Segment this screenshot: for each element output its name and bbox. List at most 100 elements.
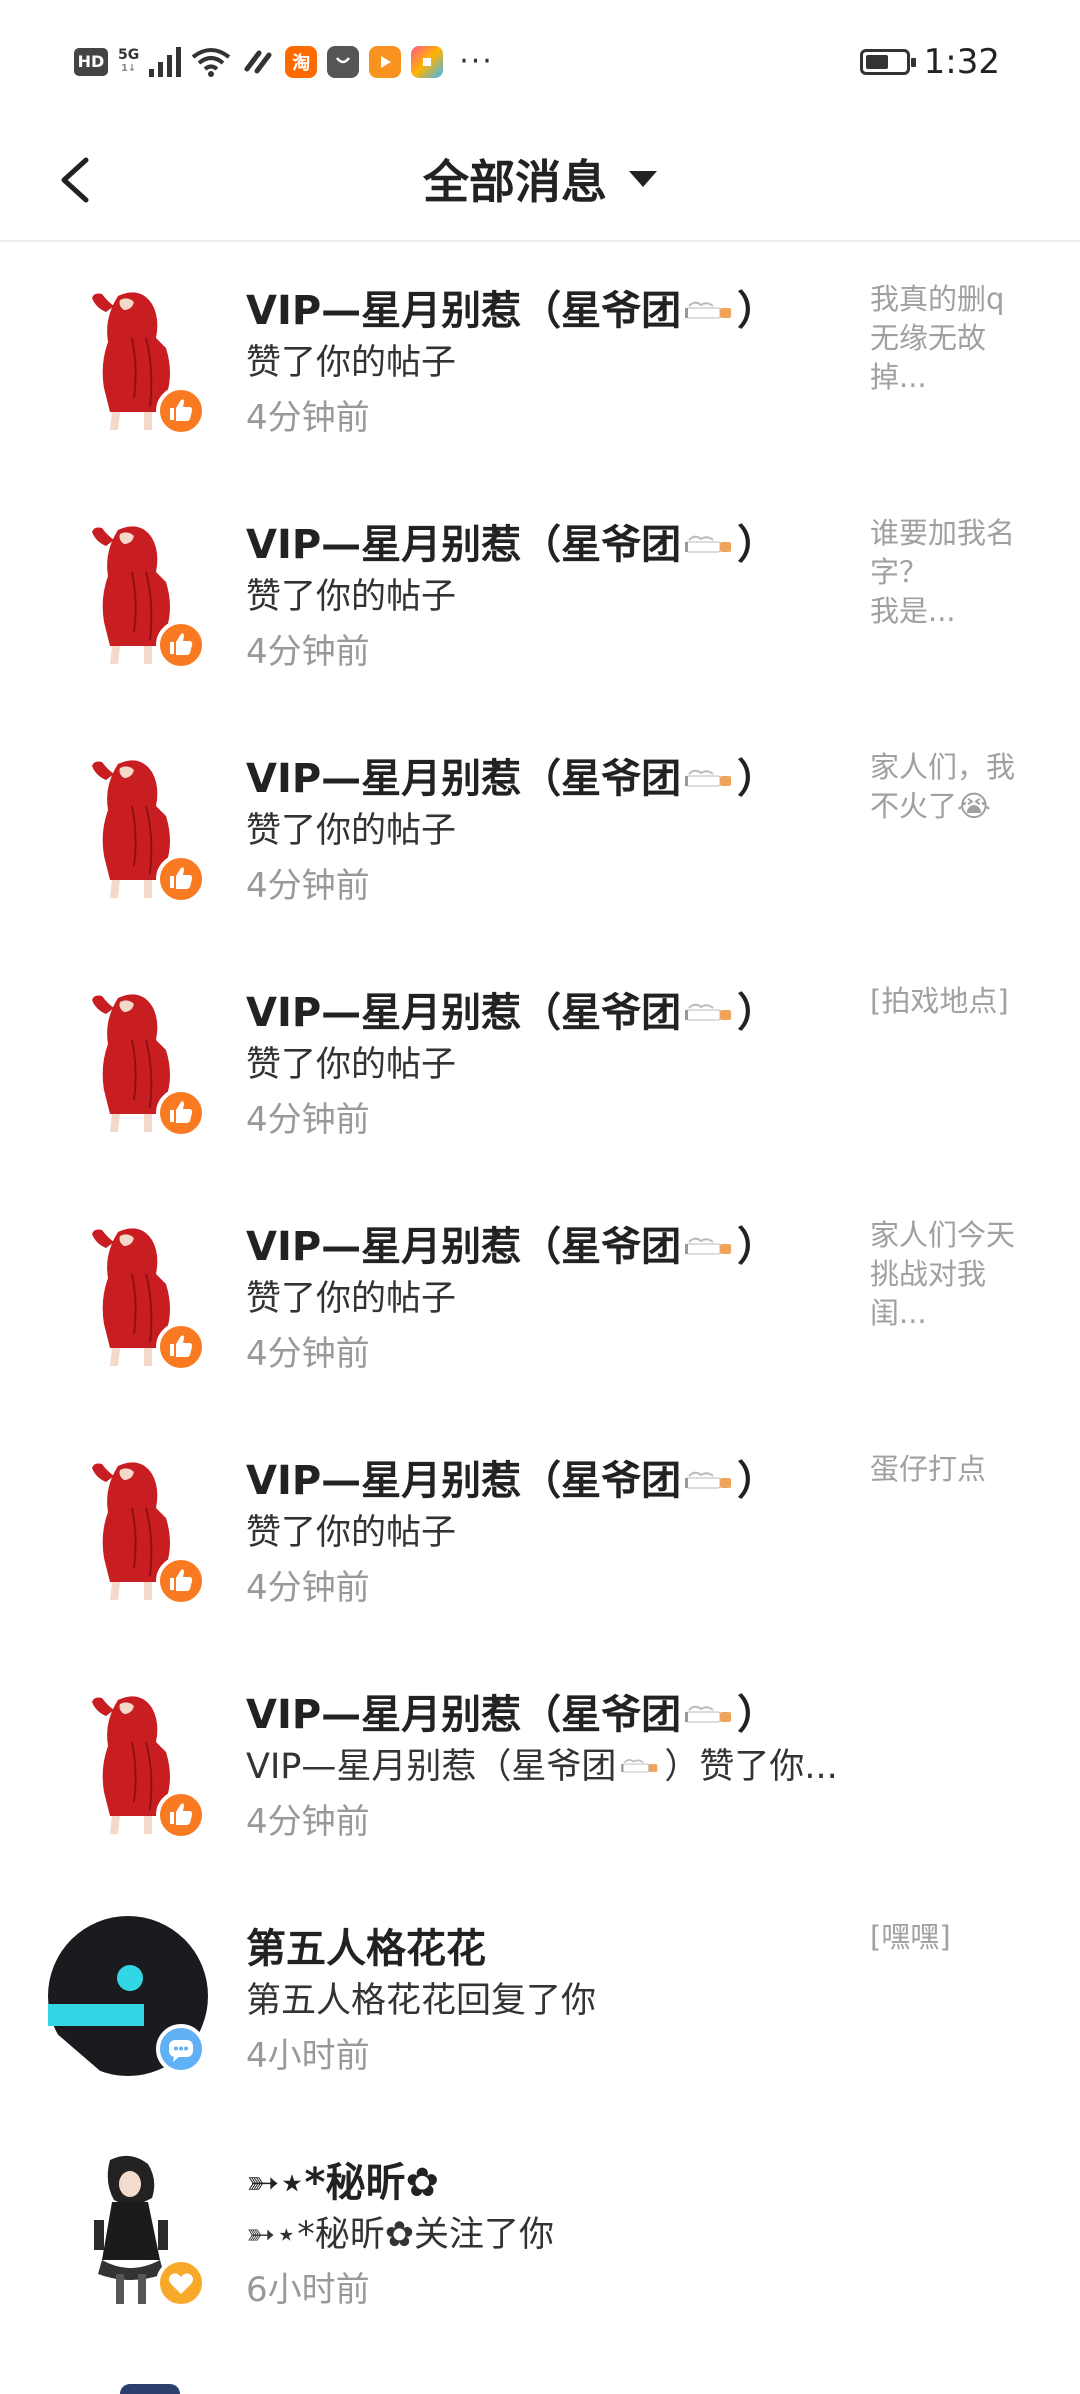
sender-name-end: ） — [737, 1692, 778, 1738]
message-action: 赞了你的帖子 — [246, 1045, 457, 1085]
avatar[interactable] — [47, 745, 209, 907]
sender-name-end: ） — [737, 1224, 778, 1270]
message-time: 4分钟前 — [246, 1802, 370, 1842]
list-item[interactable]: VIP—星月别惹（星爷团 ） 赞了你的帖子 4分钟前 我真的删q 无缘无故 掉..… — [0, 242, 1080, 476]
sender-name: ➳⋆*秘昕✿ — [246, 2160, 439, 2206]
cigarette-emoji — [685, 1471, 733, 1489]
message-action-end: ）赞了你... — [664, 1747, 838, 1787]
cigarette-emoji — [685, 301, 733, 319]
message-action: ➳⋆*秘昕✿关注了你 — [246, 2215, 555, 2255]
sender-name-end: ） — [737, 522, 778, 568]
caret-down-icon — [629, 171, 657, 187]
cigarette-emoji — [685, 769, 733, 787]
message-time: 4分钟前 — [246, 1100, 370, 1140]
network-activity: 1↓ — [120, 62, 137, 74]
shopping-bag-icon — [327, 45, 360, 78]
sender-name-text: VIP—星月别惹（星爷团 — [246, 522, 682, 568]
cigarette-emoji — [685, 535, 733, 553]
more-notifications-icon: ··· — [459, 44, 494, 79]
like-icon — [156, 854, 206, 904]
wifi-icon — [191, 47, 231, 77]
cigarette-emoji — [685, 1705, 733, 1723]
cigarette-emoji — [685, 1237, 733, 1255]
battery-icon — [859, 49, 916, 75]
video-app-icon — [369, 45, 402, 78]
network-type: 5G 1↓ — [118, 48, 139, 76]
sender-name-text: VIP—星月别惹（星爷团 — [246, 990, 682, 1036]
message-action-text: VIP—星月别惹（星爷团 — [246, 1747, 617, 1787]
post-preview[interactable]: [拍戏地点] — [870, 982, 1030, 1021]
post-preview[interactable]: 家人们今天 挑战对我 闺... — [870, 1216, 1030, 1333]
avatar[interactable] — [47, 511, 209, 673]
sender-name: VIP—星月别惹（星爷团 ） — [246, 1682, 777, 1740]
sender-name: VIP—星月别惹（星爷团 ） — [246, 278, 777, 336]
list-item[interactable]: VIP—星月别惹（星爷团 ） 赞了你的帖子 4分钟前 [拍戏地点] — [0, 944, 1080, 1178]
message-time: 4分钟前 — [246, 1334, 370, 1374]
like-icon — [156, 386, 206, 436]
message-action: 赞了你的帖子 — [246, 1279, 457, 1319]
message-action: 赞了你的帖子 — [246, 1513, 457, 1553]
status-icons: HD 5G 1↓ 淘 ··· — [74, 44, 494, 79]
hd-icon: HD — [74, 47, 108, 76]
reply-icon — [156, 2024, 206, 2074]
list-item[interactable]: ➳⋆*秘昕✿ ➳⋆*秘昕✿关注了你 6小时前 — [0, 2114, 1080, 2348]
sender-name: VIP—星月别惹（星爷团 ） — [246, 746, 777, 804]
list-item[interactable]: VIP—星月别惹（星爷团 ） 赞了你的帖子 4分钟前 谁要加我名 字？ 我是... — [0, 476, 1080, 710]
message-time: 4分钟前 — [246, 866, 370, 906]
sender-name-text: VIP—星月别惹（星爷团 — [246, 756, 682, 802]
message-time: 4分钟前 — [246, 1568, 370, 1608]
sender-name-end: ） — [737, 1458, 778, 1504]
cigarette-emoji — [620, 1759, 659, 1773]
like-icon — [156, 1322, 206, 1372]
like-icon — [156, 620, 206, 670]
cigarette-emoji — [685, 1003, 733, 1021]
post-preview[interactable]: 我真的删q 无缘无故 掉... — [870, 280, 1030, 397]
message-time: 4分钟前 — [246, 398, 370, 438]
signal-icon — [149, 46, 182, 77]
post-preview[interactable]: [嘿嘿] — [870, 1918, 1030, 1957]
list-item[interactable]: VIP—星月别惹（星爷团 ） 赞了你的帖子 4分钟前 蛋仔打点 — [0, 1412, 1080, 1646]
like-icon — [156, 1088, 206, 1138]
avatar[interactable] — [47, 1681, 209, 1843]
next-item-avatar-partial — [120, 2384, 180, 2394]
avatar[interactable] — [47, 1213, 209, 1375]
message-filter-dropdown[interactable]: 全部消息 — [0, 146, 1080, 212]
message-time: 4分钟前 — [246, 632, 370, 672]
post-preview[interactable]: 谁要加我名 字？ 我是... — [870, 514, 1030, 631]
post-preview[interactable]: 家人们，我 不火了😭 — [870, 748, 1030, 826]
avatar[interactable] — [48, 2150, 208, 2310]
sender-name: VIP—星月别惹（星爷团 ） — [246, 1448, 777, 1506]
list-item[interactable]: VIP—星月别惹（星爷团 ） VIP—星月别惹（星爷团 ）赞了你... 4分钟前 — [0, 1646, 1080, 1880]
avatar[interactable] — [48, 1916, 208, 2076]
message-action: 赞了你的帖子 — [246, 811, 457, 851]
follow-heart-icon — [156, 2258, 206, 2308]
message-action: 赞了你的帖子 — [246, 577, 457, 617]
avatar[interactable] — [47, 979, 209, 1141]
sender-name: VIP—星月别惹（星爷团 ） — [246, 1214, 777, 1272]
message-action: 第五人格花花回复了你 — [246, 1981, 597, 2021]
list-item[interactable]: VIP—星月别惹（星爷团 ） 赞了你的帖子 4分钟前 家人们，我 不火了😭 — [0, 710, 1080, 944]
page-title: 全部消息 — [423, 155, 607, 209]
like-icon — [156, 1790, 206, 1840]
sender-name-text: VIP—星月别惹（星爷团 — [246, 1458, 682, 1504]
sender-name: 第五人格花花 — [246, 1926, 486, 1972]
sender-name-text: VIP—星月别惹（星爷团 — [246, 1224, 682, 1270]
colorful-app-icon — [411, 45, 444, 78]
list-item[interactable]: VIP—星月别惹（星爷团 ） 赞了你的帖子 4分钟前 家人们今天 挑战对我 闺..… — [0, 1178, 1080, 1412]
header-bar: 全部消息 — [0, 120, 1080, 242]
sender-name: VIP—星月别惹（星爷团 ） — [246, 512, 777, 570]
avatar[interactable] — [47, 1447, 209, 1609]
post-preview[interactable]: 蛋仔打点 — [870, 1450, 1030, 1489]
message-action: VIP—星月别惹（星爷团 ）赞了你... — [246, 1738, 838, 1789]
sender-name-end: ） — [737, 756, 778, 802]
network-type-label: 5G — [118, 46, 140, 63]
message-time: 4小时前 — [246, 2036, 370, 2076]
avatar[interactable] — [47, 277, 209, 439]
sender-name-text: VIP—星月别惹（星爷团 — [246, 288, 682, 334]
taobao-app-icon: 淘 — [285, 45, 318, 78]
link-icon — [241, 47, 275, 77]
list-item[interactable]: 第五人格花花 第五人格花花回复了你 4小时前 [嘿嘿] — [0, 1880, 1080, 2114]
status-bar: HD 5G 1↓ 淘 ··· 1:32 — [0, 0, 1080, 120]
sender-name-end: ） — [737, 288, 778, 334]
sender-name-text: VIP—星月别惹（星爷团 — [246, 1692, 682, 1738]
